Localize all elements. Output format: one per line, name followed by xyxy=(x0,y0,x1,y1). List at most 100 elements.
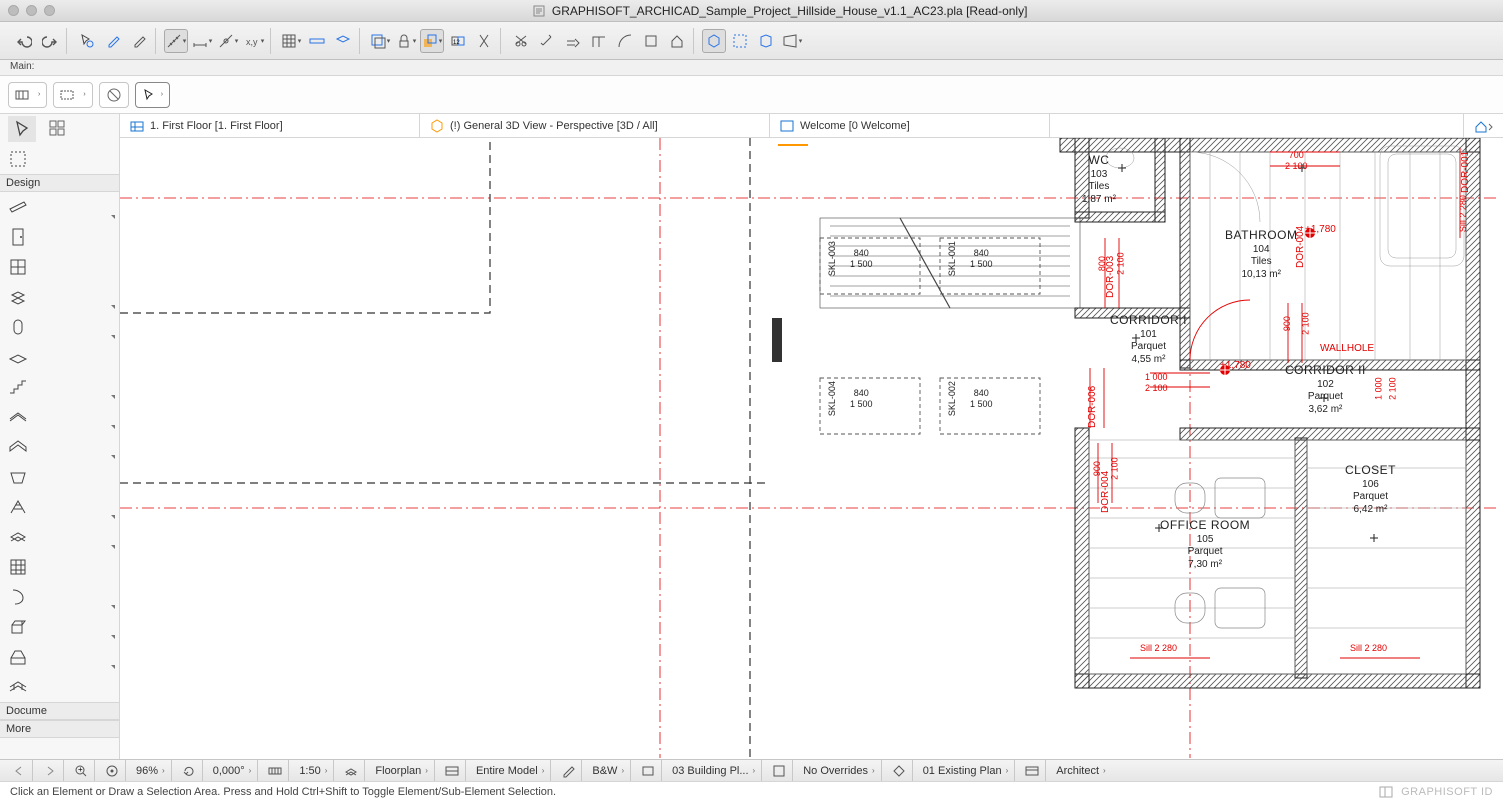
toolbox-docume-header: Docume xyxy=(0,702,119,720)
xref-button[interactable] xyxy=(754,29,778,53)
object-tool[interactable] xyxy=(0,612,119,642)
rotation-angle[interactable]: 0,000°› xyxy=(207,760,259,781)
model-filter[interactable]: Entire Model› xyxy=(470,760,551,781)
drawing-canvas[interactable]: WC103Tiles1,87 m² BATHROOM104Tiles10,13 … xyxy=(120,138,1503,759)
fill-button[interactable] xyxy=(639,29,663,53)
toolbox: Design Docume More xyxy=(0,114,120,759)
zoom-dot[interactable] xyxy=(44,5,55,16)
grid-view-icon[interactable] xyxy=(44,116,72,142)
perspective-button[interactable]: ▾ xyxy=(780,29,804,53)
reference-button[interactable]: 12 xyxy=(446,29,470,53)
overrides[interactable]: No Overrides› xyxy=(797,760,881,781)
nav-back[interactable] xyxy=(6,760,33,781)
toolbox-more-header: More xyxy=(0,720,119,738)
eyedropper-button[interactable] xyxy=(101,29,125,53)
nav-fit[interactable]: + xyxy=(68,760,95,781)
beam-tool[interactable] xyxy=(0,312,119,342)
arc-button[interactable] xyxy=(613,29,637,53)
railing-tool[interactable] xyxy=(0,672,119,702)
trace-button[interactable]: ▾ xyxy=(420,29,444,53)
view-type[interactable]: Floorplan› xyxy=(369,760,435,781)
svg-text:+: + xyxy=(78,765,83,774)
opening-button[interactable] xyxy=(587,29,611,53)
pen-set-icon[interactable] xyxy=(555,760,582,781)
geometry-method-2[interactable]: › xyxy=(53,82,92,108)
bottom-nav-bar: + 96%› 0,000°› 1:50› Floorplan› Entire M… xyxy=(0,759,1503,781)
tab-welcome[interactable]: Welcome [0 Welcome] xyxy=(770,114,1050,137)
dimension-xy-tool[interactable]: x,y▾ xyxy=(242,29,266,53)
mesh-tool[interactable] xyxy=(0,552,119,582)
nav-orbit[interactable] xyxy=(99,760,126,781)
tab-home-button[interactable] xyxy=(1463,114,1503,137)
role[interactable]: Architect› xyxy=(1050,760,1111,781)
pen-set[interactable]: B&W› xyxy=(586,760,631,781)
slab-tool[interactable] xyxy=(0,342,119,372)
distance-tool[interactable]: ▾ xyxy=(190,29,214,53)
offset-button[interactable] xyxy=(561,29,585,53)
magic-wand-button[interactable] xyxy=(535,29,559,53)
building-icon[interactable] xyxy=(635,760,662,781)
main-toolbar: ▾ ▾ ▾ x,y▾ ▾ ▾ ▾ ▾ 12 ▾ xyxy=(0,22,1503,60)
status-bar: Click an Element or Draw a Selection Are… xyxy=(0,781,1503,801)
scale-icon[interactable] xyxy=(262,760,289,781)
toolbox-design-header: Design xyxy=(0,174,119,192)
role-icon[interactable] xyxy=(1019,760,1046,781)
morph-tool[interactable] xyxy=(0,522,119,552)
svg-text:x,y: x,y xyxy=(246,37,258,47)
renovation-plan[interactable]: 01 Existing Plan› xyxy=(917,760,1016,781)
redo-button[interactable] xyxy=(38,29,62,53)
overrides-icon[interactable] xyxy=(766,760,793,781)
syringe-button[interactable] xyxy=(127,29,151,53)
model-filter-icon[interactable] xyxy=(439,760,466,781)
scale-value[interactable]: 1:50› xyxy=(293,760,334,781)
undo-button[interactable] xyxy=(12,29,36,53)
tab-3d-view[interactable]: (!) General 3D View - Perspective [3D / … xyxy=(420,114,770,137)
quick-toolbar: › › › xyxy=(0,76,1503,114)
renovation-icon[interactable] xyxy=(886,760,913,781)
layerplane-button[interactable] xyxy=(331,29,355,53)
status-hint: Click an Element or Draw a Selection Are… xyxy=(10,786,556,798)
view-type-icon[interactable] xyxy=(338,760,365,781)
marquee-zoom-button[interactable] xyxy=(728,29,752,53)
scissors-button[interactable] xyxy=(509,29,533,53)
tab-first-floor[interactable]: 1. First Floor [1. First Floor] xyxy=(120,114,420,137)
stair-tool[interactable] xyxy=(0,372,119,402)
view-cube-button[interactable] xyxy=(702,29,726,53)
wall-tool[interactable] xyxy=(0,192,119,222)
document-icon xyxy=(533,5,545,17)
zone-tool[interactable] xyxy=(0,582,119,612)
shell-tool[interactable] xyxy=(0,432,119,462)
window-titlebar: GRAPHISOFT_ARCHICAD_Sample_Project_Hills… xyxy=(0,0,1503,22)
grid-button[interactable]: ▾ xyxy=(279,29,303,53)
arrow-tool[interactable] xyxy=(8,116,36,142)
window-tool[interactable] xyxy=(0,252,119,282)
marquee-tool[interactable] xyxy=(0,144,119,174)
arrow-tool-quick[interactable]: › xyxy=(135,82,170,108)
building-plan[interactable]: 03 Building Pl...› xyxy=(666,760,762,781)
cube-icon xyxy=(430,119,444,133)
measure-tool[interactable]: ▾ xyxy=(164,29,188,53)
lock-button[interactable]: ▾ xyxy=(394,29,418,53)
column-tool[interactable] xyxy=(0,282,119,312)
graphisoft-id[interactable]: GRAPHISOFT ID xyxy=(1401,786,1493,798)
nav-fwd[interactable] xyxy=(37,760,64,781)
zoom-level[interactable]: 96%› xyxy=(130,760,172,781)
door-tool[interactable] xyxy=(0,222,119,252)
skylight-tool[interactable] xyxy=(0,462,119,492)
find-select-button[interactable] xyxy=(75,29,99,53)
lamp-tool[interactable] xyxy=(0,642,119,672)
suspend-groups[interactable] xyxy=(99,82,129,108)
roof-tool[interactable] xyxy=(0,402,119,432)
home-button[interactable] xyxy=(665,29,689,53)
ruler-button[interactable] xyxy=(305,29,329,53)
rotate-icon[interactable] xyxy=(176,760,203,781)
snap-tool[interactable]: ▾ xyxy=(216,29,240,53)
close-dot[interactable] xyxy=(8,5,19,16)
curtainwall-tool[interactable] xyxy=(0,492,119,522)
split-button[interactable] xyxy=(472,29,496,53)
layout-icon[interactable] xyxy=(1379,785,1393,799)
traffic-lights[interactable] xyxy=(8,5,55,16)
cutplane-button[interactable]: ▾ xyxy=(368,29,392,53)
geometry-method-1[interactable]: › xyxy=(8,82,47,108)
min-dot[interactable] xyxy=(26,5,37,16)
